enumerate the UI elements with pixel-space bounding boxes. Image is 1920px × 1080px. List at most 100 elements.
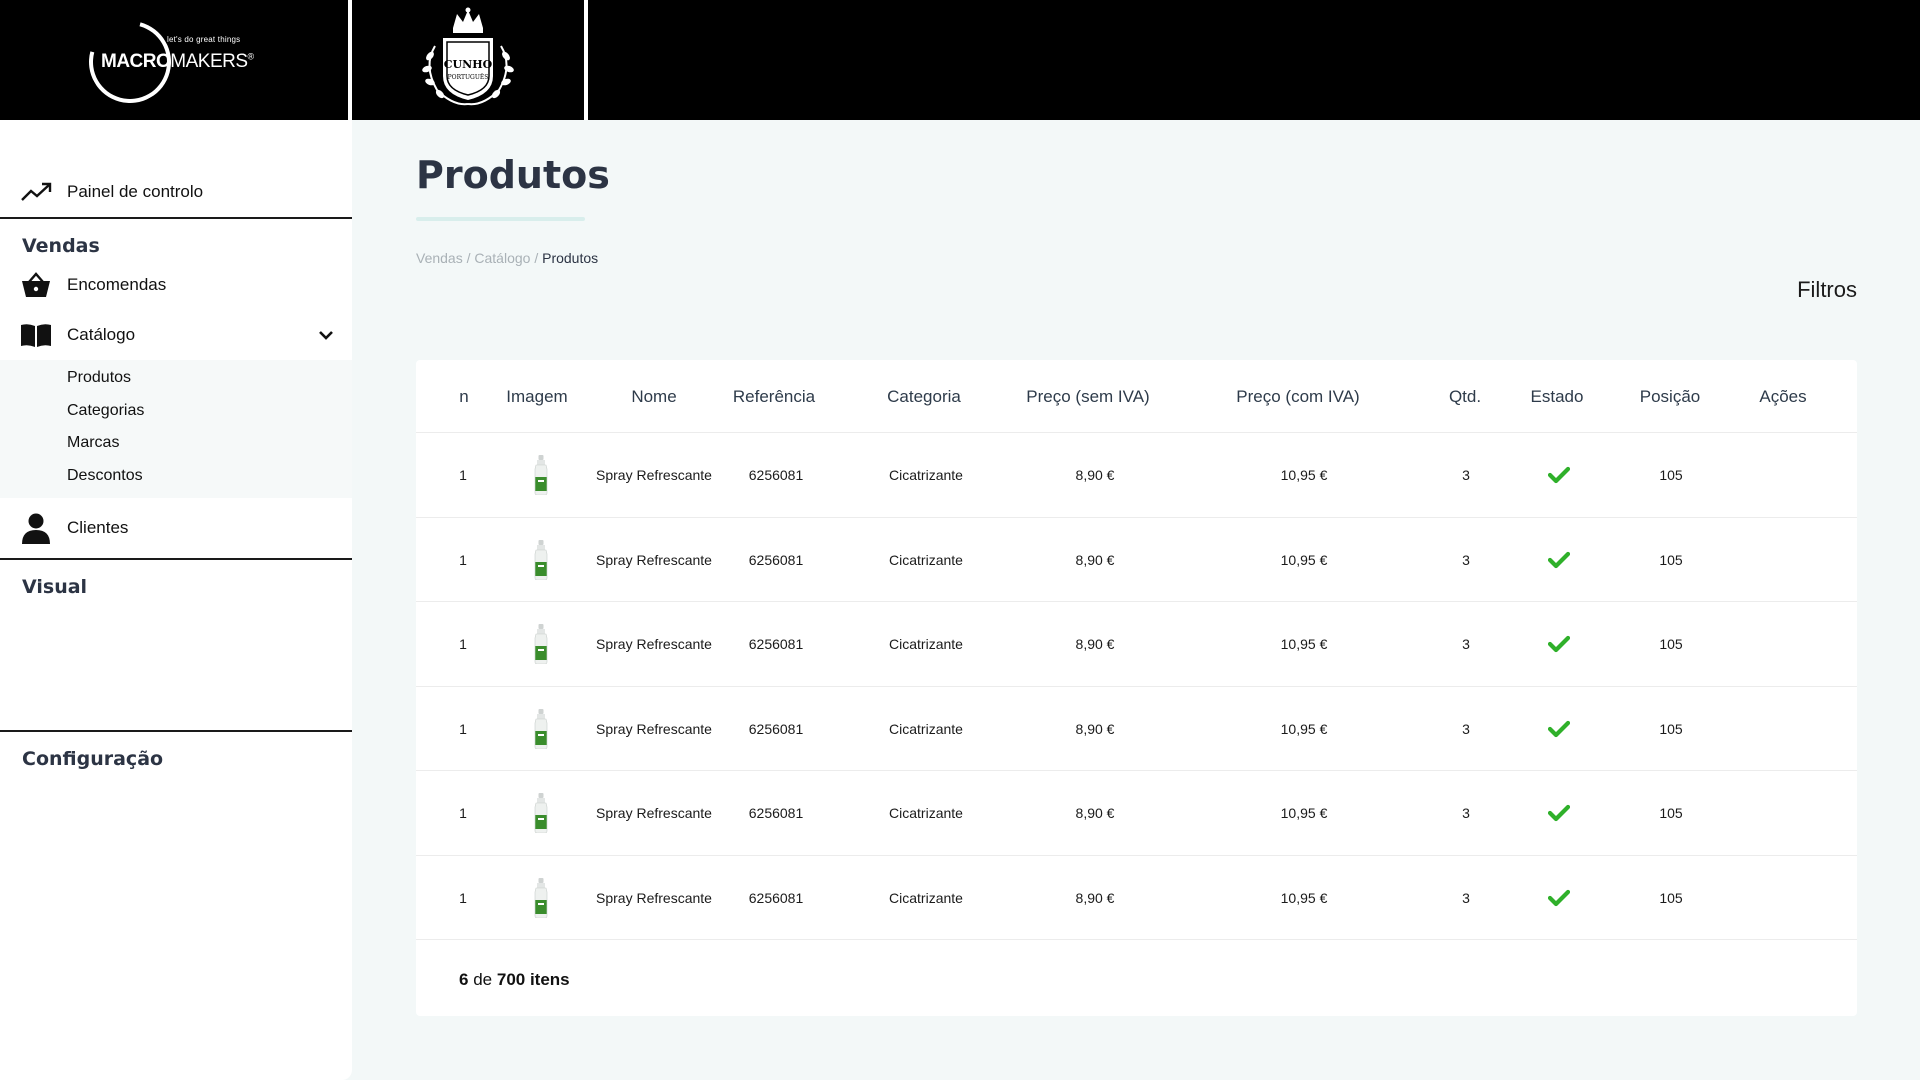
filters-button[interactable]: Filtros <box>1797 277 1857 303</box>
brand-reg-mark: ® <box>247 51 255 62</box>
table-row[interactable]: 1 Spray Refrescante 6256081 Cicatrizante… <box>416 856 1857 940</box>
check-icon <box>1548 466 1570 484</box>
status-toggle[interactable] <box>1548 602 1570 686</box>
table-row[interactable]: 1 Spray Refrescante 6256081 Cicatrizante… <box>416 433 1857 518</box>
status-toggle[interactable] <box>1548 433 1570 517</box>
cell-category: Cicatrizante <box>889 551 963 568</box>
check-icon <box>1548 889 1570 906</box>
client-logo[interactable]: CUNHO PORTUGUÊS <box>352 0 588 120</box>
table-row[interactable]: 1 Spray Refrescante 6256081 Cicatrizante… <box>416 518 1857 602</box>
submenu-item-categories[interactable]: Categorias <box>67 395 352 428</box>
breadcrumb-current: Produtos <box>542 250 599 266</box>
status-toggle[interactable] <box>1548 687 1570 771</box>
cell-position: 105 <box>1659 889 1683 906</box>
submenu-item-products[interactable]: Produtos <box>67 362 352 395</box>
cell-qty: 3 <box>1462 636 1470 652</box>
cell-price-vat: 10,95 € <box>1280 720 1328 737</box>
basket-icon <box>20 269 52 301</box>
status-toggle[interactable] <box>1548 771 1570 855</box>
submenu-item-discounts[interactable]: Descontos <box>67 460 352 493</box>
crest-icon: CUNHO PORTUGUÊS <box>422 7 514 106</box>
sidebar-item-orders[interactable]: Encomendas <box>0 260 352 310</box>
cell-n: 1 <box>459 720 467 737</box>
sidebar-item-clients[interactable]: Clientes <box>0 498 352 558</box>
status-toggle[interactable] <box>1548 856 1570 940</box>
items-total: 700 itens <box>496 970 570 989</box>
cell-n: 1 <box>459 551 467 568</box>
cell-price-vat: 10,95 € <box>1280 889 1328 906</box>
cell-category: Cicatrizante <box>889 805 963 821</box>
table-header: n Imagem Nome Referência Categoria Preço… <box>416 360 1857 433</box>
cell-name[interactable]: Spray Refrescante <box>596 433 712 517</box>
cell-price-no-vat: 8,90 € <box>1075 720 1115 737</box>
cell-position: 105 <box>1659 551 1683 568</box>
title-underline <box>416 217 585 221</box>
cell-category: Cicatrizante <box>889 720 963 737</box>
cell-n: 1 <box>459 467 467 483</box>
cell-name[interactable]: Spray Refrescante <box>596 602 712 686</box>
status-toggle[interactable] <box>1548 518 1570 602</box>
cell-name[interactable]: Spray Refrescante <box>596 687 712 771</box>
col-price-vat[interactable]: Preço (com IVA) <box>1236 360 1359 433</box>
cell-reference: 6256081 <box>748 467 804 483</box>
sidebar-item-label: Catálogo <box>67 325 136 344</box>
cell-position: 105 <box>1659 720 1683 737</box>
spray-bottle-icon <box>534 455 548 495</box>
cell-price-vat: 10,95 € <box>1280 467 1328 483</box>
table-row[interactable]: 1 Spray Refrescante 6256081 Cicatrizante… <box>416 602 1857 687</box>
cell-name[interactable]: Spray Refrescante <box>596 856 712 940</box>
table-row[interactable]: 1 Spray Refrescante 6256081 Cicatrizante… <box>416 771 1857 856</box>
page-title: Produtos <box>416 153 610 197</box>
table-row[interactable]: 1 Spray Refrescante 6256081 Cicatrizante… <box>416 687 1857 771</box>
cell-reference: 6256081 <box>748 636 804 652</box>
spray-bottle-icon <box>534 877 548 918</box>
cell-reference: 6256081 <box>748 720 804 737</box>
col-status[interactable]: Estado <box>1531 360 1584 433</box>
product-thumbnail[interactable] <box>533 433 549 517</box>
sidebar-item-catalog[interactable]: Catálogo <box>0 310 352 360</box>
cell-price-no-vat: 8,90 € <box>1075 805 1115 821</box>
product-thumbnail[interactable] <box>533 602 549 686</box>
breadcrumb-catalog[interactable]: Catálogo <box>474 250 530 266</box>
crest-line1: CUNHO <box>444 58 493 71</box>
cell-price-no-vat: 8,90 € <box>1075 467 1115 483</box>
brand-name-light: MAKERS <box>170 51 248 72</box>
table-body: 1 Spray Refrescante 6256081 Cicatrizante… <box>416 433 1857 940</box>
product-thumbnail[interactable] <box>533 518 549 602</box>
breadcrumb: Vendas / Catálogo / Produtos <box>416 250 598 266</box>
sidebar: Painel de controlo Vendas Encomendas Cat… <box>0 120 352 1080</box>
product-thumbnail[interactable] <box>533 771 549 855</box>
col-name[interactable]: Nome <box>631 360 676 433</box>
submenu-item-brands[interactable]: Marcas <box>67 427 352 460</box>
cell-name[interactable]: Spray Refrescante <box>596 771 712 855</box>
cell-reference: 6256081 <box>748 551 804 568</box>
book-icon <box>20 319 52 351</box>
trend-up-icon <box>20 176 52 208</box>
cell-price-vat: 10,95 € <box>1280 805 1328 821</box>
cell-qty: 3 <box>1462 720 1470 737</box>
macromakers-logo[interactable]: let's do great things MACROMAKERS® <box>0 0 352 120</box>
sidebar-item-dashboard[interactable]: Painel de controlo <box>0 167 352 217</box>
col-position[interactable]: Posição <box>1640 360 1700 433</box>
cell-reference: 6256081 <box>748 889 804 906</box>
chevron-down-icon[interactable] <box>318 326 334 346</box>
breadcrumb-sales[interactable]: Vendas <box>416 250 463 266</box>
spray-bottle-icon <box>534 539 548 580</box>
col-reference[interactable]: Referência <box>733 360 815 433</box>
spray-bottle-icon <box>534 708 548 749</box>
spray-bottle-icon <box>534 793 548 833</box>
col-qty[interactable]: Qtd. <box>1449 360 1481 433</box>
brand-tagline: let's do great things <box>167 35 241 44</box>
cell-price-vat: 10,95 € <box>1280 636 1328 652</box>
product-thumbnail[interactable] <box>533 687 549 771</box>
col-price-no-vat[interactable]: Preço (sem IVA) <box>1026 360 1149 433</box>
product-thumbnail[interactable] <box>533 856 549 940</box>
col-image[interactable]: Imagem <box>506 360 567 433</box>
cell-name[interactable]: Spray Refrescante <box>596 518 712 602</box>
cell-price-no-vat: 8,90 € <box>1075 889 1115 906</box>
cell-position: 105 <box>1659 467 1683 483</box>
cell-position: 105 <box>1659 636 1683 652</box>
cell-reference: 6256081 <box>748 805 804 821</box>
col-category[interactable]: Categoria <box>887 360 961 433</box>
col-n[interactable]: n <box>459 360 468 433</box>
